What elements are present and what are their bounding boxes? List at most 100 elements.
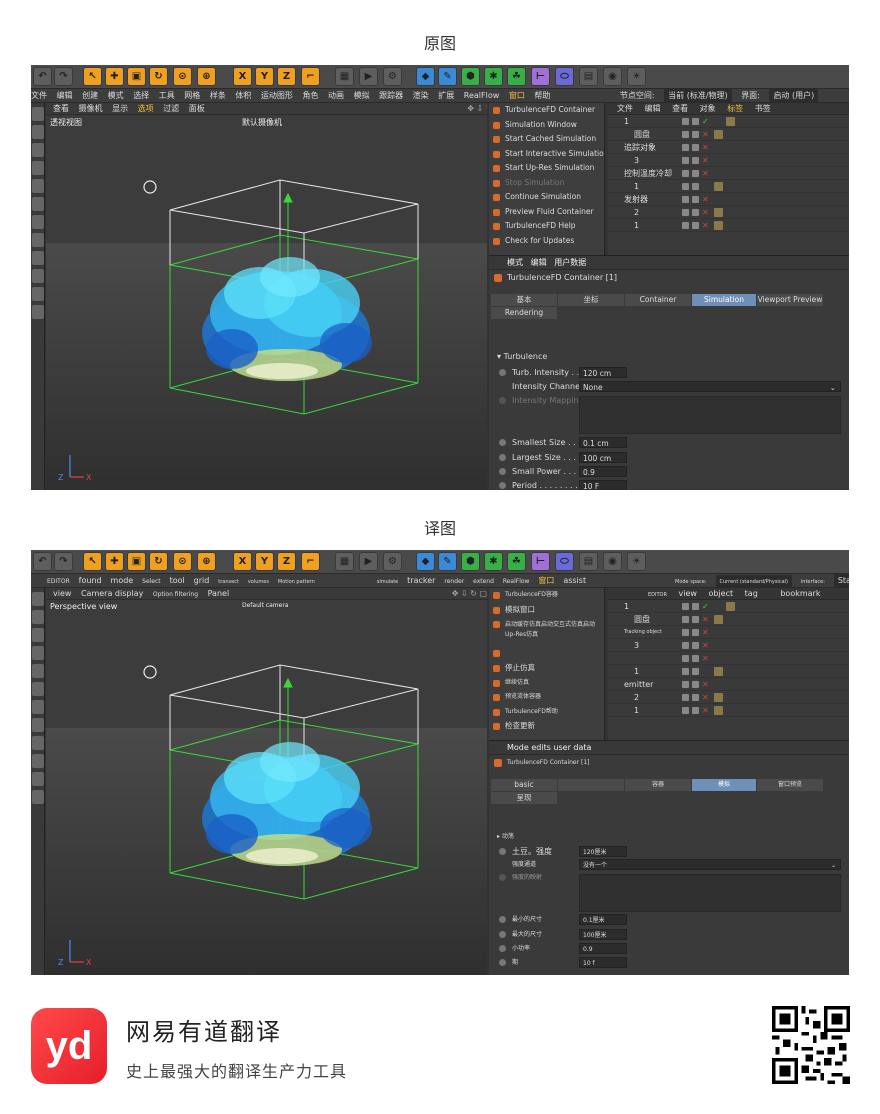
attr-menu-userdata[interactable]: 用户数据 — [554, 258, 586, 267]
render-settings-icon[interactable]: ⚙ — [383, 67, 402, 86]
attr-menu-edit[interactable]: edits — [531, 743, 551, 752]
object-row[interactable]: 1 ✓ — [608, 115, 849, 128]
tool-texture[interactable] — [32, 143, 44, 157]
select-icon[interactable]: ↖ — [83, 552, 102, 571]
menu-mesh[interactable]: grid — [194, 574, 210, 587]
om-menu-view[interactable]: 查看 — [672, 103, 688, 114]
tool-snap[interactable] — [32, 718, 44, 732]
tab-basic[interactable]: 基本 — [491, 294, 557, 306]
menu-file[interactable]: 文件 — [31, 89, 47, 102]
tool-points[interactable] — [32, 646, 44, 660]
menu-help[interactable]: 帮助 — [534, 89, 550, 102]
sim-item-updates[interactable]: 检查更新 — [489, 719, 604, 734]
render-region-icon[interactable]: ▦ — [335, 67, 354, 86]
viewport[interactable]: 查看 摄像机 显示 选项 过滤 面板 ✥ ⇩ ↻ ▢ 透视视图 默认摄像机 — [46, 103, 487, 490]
param-period[interactable]: Period . . . . . . . . — [499, 479, 578, 490]
deformer-icon[interactable]: ☘ — [507, 67, 526, 86]
pen-icon[interactable]: ✎ — [438, 67, 457, 86]
tab-container[interactable]: 容器 — [625, 779, 691, 791]
menu-tracker[interactable]: tracker — [407, 574, 435, 587]
environment-icon[interactable]: ⬭ — [555, 552, 574, 571]
menu-create[interactable]: 创建 — [82, 89, 98, 102]
om-menu-tag[interactable]: tag — [745, 588, 758, 599]
menu-render[interactable]: render — [444, 575, 464, 587]
interface-select[interactable]: 启动 (用户) — [769, 89, 819, 102]
sim-item-updates[interactable]: Check for Updates — [489, 234, 604, 249]
tool-texture[interactable] — [32, 628, 44, 642]
menu-tools[interactable]: tool — [170, 574, 185, 587]
section-turbulence[interactable]: ▸ 动荡 — [497, 831, 514, 840]
menu-select[interactable]: Select — [142, 575, 161, 587]
tool-polygons[interactable] — [32, 682, 44, 696]
object-row[interactable]: 发射器 ✕ — [608, 193, 849, 206]
sim-item-continue[interactable]: 继续仿真 — [489, 676, 604, 691]
om-menu-bookmark[interactable]: 书签 — [755, 103, 771, 114]
object-row[interactable]: 1 — [608, 180, 849, 193]
tab-rendering[interactable]: Rendering — [491, 307, 557, 319]
tab-viewport-preview[interactable]: Viewport Preview — [757, 294, 823, 306]
menu-simulate[interactable]: simulate — [377, 575, 399, 587]
tab-coord[interactable] — [558, 779, 624, 791]
sim-item-window[interactable]: Simulation Window — [489, 118, 604, 133]
tool-axis[interactable] — [32, 700, 44, 714]
menu-volume[interactable]: 体积 — [235, 89, 251, 102]
z-axis-icon[interactable]: Z — [277, 67, 296, 86]
attr-menu-mode[interactable]: 模式 — [507, 258, 523, 267]
sim-item-stop[interactable]: 停止仿真 — [489, 661, 604, 676]
tool-magnet[interactable] — [32, 305, 44, 319]
om-menu-object[interactable]: 对象 — [700, 103, 716, 114]
small-power-field[interactable]: 0.9 — [579, 466, 627, 477]
render-view-icon[interactable]: ▶ — [359, 552, 378, 571]
menu-simulate[interactable]: 模拟 — [354, 89, 370, 102]
select-icon[interactable]: ↖ — [83, 67, 102, 86]
intensity-mapping-curve[interactable] — [579, 396, 841, 434]
largest-size-field[interactable]: 100厘米 — [579, 929, 627, 940]
bend-icon[interactable]: ⊢ — [531, 67, 550, 86]
param-turb-intensity[interactable]: Turb. Intensity . . — [499, 366, 579, 379]
redo-icon[interactable]: ↷ — [54, 552, 73, 571]
menu-extend[interactable]: extend — [473, 575, 494, 587]
sim-item-start-cached[interactable]: Start Cached Simulation — [489, 132, 604, 147]
tool-snap[interactable] — [32, 233, 44, 247]
pen-icon[interactable]: ✎ — [438, 552, 457, 571]
tab-container[interactable]: Container — [625, 294, 691, 306]
world-coord-icon[interactable]: ⌐ — [301, 67, 320, 86]
menu-animate[interactable]: 动画 — [328, 89, 344, 102]
om-menu-tag[interactable]: 标签 — [727, 103, 743, 114]
attr-menu-edit[interactable]: 编辑 — [531, 258, 547, 267]
param-smallest-size[interactable]: Smallest Size . . . — [499, 436, 581, 449]
redo-icon[interactable]: ↷ — [54, 67, 73, 86]
smallest-size-field[interactable]: 0.1厘米 — [579, 914, 627, 925]
tool-polygons[interactable] — [32, 197, 44, 211]
render-settings-icon[interactable]: ⚙ — [383, 552, 402, 571]
rotate-icon[interactable]: ↻ — [149, 67, 168, 86]
menu-mograph[interactable]: Motion pattern — [278, 575, 315, 587]
sim-item-help[interactable]: TurbulenceFD帮助 — [489, 705, 604, 720]
menu-mode[interactable]: 模式 — [108, 89, 124, 102]
node-space-select[interactable]: Current (standard/Physical) — [715, 575, 792, 587]
om-menu-bookmark[interactable]: bookmark — [780, 588, 820, 599]
light-icon[interactable]: ☀ — [627, 552, 646, 571]
subdivision-icon[interactable]: ⬢ — [461, 67, 480, 86]
menu-render[interactable]: 渲染 — [413, 89, 429, 102]
menu-volume[interactable]: volumes — [248, 575, 269, 587]
tab-viewport-preview[interactable]: 窗口预览 — [757, 779, 823, 791]
object-row[interactable]: 1 ✕ — [608, 219, 849, 232]
undo-icon[interactable]: ↶ — [33, 552, 52, 571]
coordinate-icon[interactable]: ⊕ — [197, 552, 216, 571]
render-view-icon[interactable]: ▶ — [359, 67, 378, 86]
tool-workplane[interactable] — [32, 736, 44, 750]
environment-icon[interactable]: ⬭ — [555, 67, 574, 86]
floor-icon[interactable]: ▤ — [579, 67, 598, 86]
y-axis-icon[interactable]: Y — [255, 552, 274, 571]
tab-coord[interactable]: 坐标 — [558, 294, 624, 306]
tool-make-editable[interactable] — [32, 107, 44, 121]
param-largest-size[interactable]: 最大的尺寸 — [499, 928, 542, 941]
cloner-icon[interactable]: ✱ — [484, 67, 503, 86]
subdivision-icon[interactable]: ⬢ — [461, 552, 480, 571]
param-largest-size[interactable]: Largest Size . . . . — [499, 451, 581, 464]
scale-icon[interactable]: ▣ — [127, 552, 146, 571]
tool-make-editable[interactable] — [32, 592, 44, 606]
world-coord-icon[interactable]: ⌐ — [301, 552, 320, 571]
om-menu-editor[interactable]: EDITOR — [648, 589, 667, 599]
